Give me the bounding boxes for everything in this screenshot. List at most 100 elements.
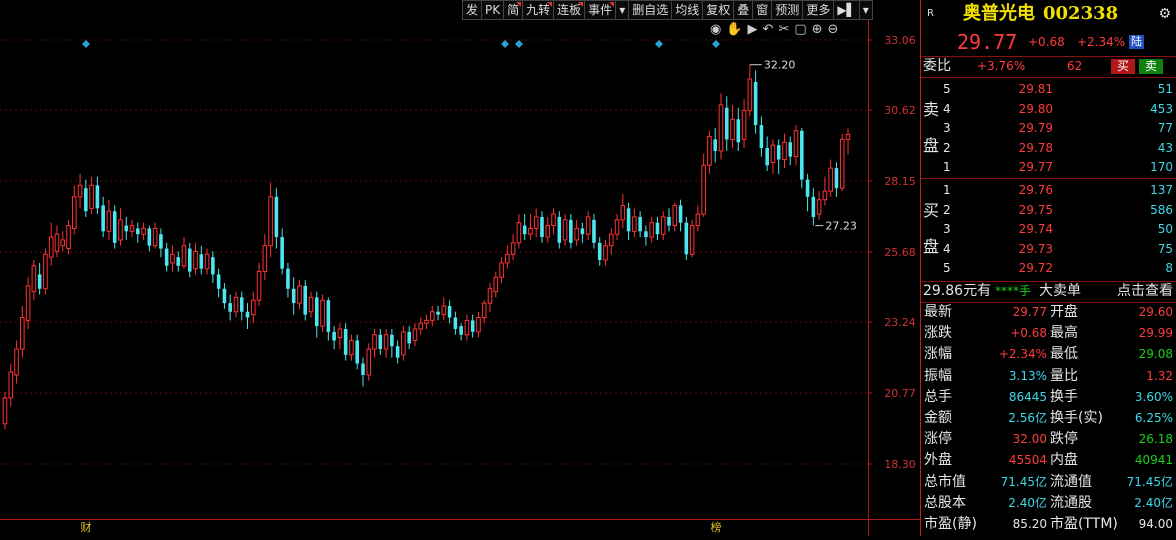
last-price: 29.77 [957, 30, 1018, 54]
candle-body-down [378, 334, 383, 350]
ask-row[interactable]: 3 29.79 77 [921, 119, 1176, 138]
candle-body-up [845, 134, 851, 140]
stat-row: 总市值 71.45亿 流通值 71.45亿 [921, 472, 1176, 493]
play-icon[interactable]: ▶ [748, 22, 758, 38]
toolbar-button-3[interactable]: 九转 [523, 0, 555, 20]
kline-chart[interactable]: 33.06 30.62 28.15 25.68 23.24 20.77 18.30 32.20… [0, 0, 920, 536]
candle-body-up [366, 348, 372, 376]
candle-body-up [118, 219, 123, 241]
y-tick-label: 30.62 [884, 104, 916, 117]
big-order-hands: ****手 [995, 284, 1032, 298]
y-tick-label: 28.15 [884, 175, 916, 188]
stat-row: 市盈(静) 85.20 市盈(TTM) 94.00 [921, 514, 1176, 535]
toolbar-button-8[interactable]: 均线 [672, 0, 704, 20]
zoom-in-icon[interactable]: ⊕ [812, 22, 823, 38]
big-order-link[interactable]: 点击查看 [1117, 281, 1173, 302]
event-diamond-icon [515, 40, 523, 48]
toolbar-button-9[interactable]: 复权 [703, 0, 735, 20]
candle-body-down [280, 237, 284, 269]
hand-icon[interactable]: ✋ [726, 22, 742, 38]
candle-body-up [718, 104, 724, 152]
candle-body-up [412, 328, 418, 341]
candle-body-down [286, 268, 290, 289]
candle-body-up [250, 299, 256, 316]
candle-body-up [487, 288, 493, 304]
undo-icon[interactable]: ↶ [763, 22, 774, 38]
candle-body-down [95, 185, 100, 209]
candle-body-down [84, 188, 88, 212]
candle-body-down [678, 205, 683, 223]
toolbar-button-6[interactable]: ▾ [616, 0, 630, 20]
candle-body-up [43, 253, 48, 290]
toolbar-button-15[interactable]: ▾ [859, 0, 873, 20]
toolbar-button-5[interactable]: 事件 [585, 0, 617, 20]
toolbar-button-2[interactable]: 简 [504, 0, 524, 20]
buy-button[interactable]: 买 [1111, 59, 1135, 74]
candle-body-down [811, 196, 816, 217]
bid-book: 买 盘 1 29.76 137 2 29.75 586 3 29.74 50 4 29.73 75 5 2… [921, 179, 1176, 279]
bid-row[interactable]: 2 29.75 586 [921, 201, 1176, 220]
bid-row[interactable]: 4 29.73 75 [921, 240, 1176, 259]
candle-body-down [343, 328, 348, 355]
stat-value: +0.68 [1010, 326, 1047, 341]
toolbar-button-4[interactable]: 连板 [554, 0, 586, 20]
book-level: 1 [943, 183, 951, 197]
scissors-icon[interactable]: ✂ [778, 22, 789, 38]
candle-body-down [315, 297, 319, 327]
candle-body-down [355, 340, 360, 364]
bid-row[interactable]: 5 29.72 8 [921, 259, 1176, 278]
ask-row[interactable]: 4 29.80 453 [921, 100, 1176, 119]
stat-label: 总市值 [924, 473, 966, 490]
toolbar-button-14[interactable]: ▶▌ [834, 0, 860, 20]
toolbar-button-12[interactable]: 预测 [772, 0, 804, 20]
stat-value: 6.25% [1134, 411, 1173, 425]
sell-button[interactable]: 卖 [1139, 59, 1163, 74]
lock-icon[interactable]: ▢ [794, 22, 806, 38]
candle-body-up [608, 233, 614, 247]
kline-chart-area[interactable]: 33.06 30.62 28.15 25.68 23.24 20.77 18.30 32.20… [0, 0, 920, 536]
toolbar-button-13[interactable]: 更多 [803, 0, 835, 20]
candle-body-up [401, 331, 406, 356]
candle-body-up [839, 138, 845, 189]
eye-icon[interactable]: ◉ [710, 22, 721, 38]
candle-body-up [481, 302, 487, 318]
stat-label: 最低 [1050, 346, 1078, 363]
book-level: 2 [943, 140, 951, 155]
settings-icon[interactable]: ⚙ [1158, 2, 1171, 26]
stat-value: 94.00 [1138, 517, 1173, 531]
stat-value: 45504 [1008, 453, 1047, 468]
candle-body-up [695, 213, 701, 227]
toolbar-button-10[interactable]: 叠 [734, 0, 754, 20]
stat-label: 外盘 [924, 452, 952, 469]
book-price: 29.73 [1018, 241, 1053, 256]
bid-row[interactable]: 3 29.74 50 [921, 220, 1176, 239]
weibi-value: +3.76% [977, 59, 1026, 73]
stat-value: 1.32 [1146, 368, 1173, 383]
candle-body-up [181, 245, 187, 267]
candle-body-up [106, 210, 112, 232]
book-price: 29.75 [1018, 202, 1053, 217]
candle-body-down [655, 222, 660, 235]
ask-row[interactable]: 1 29.77 170 [921, 158, 1176, 177]
stat-label: 涨停 [924, 431, 952, 448]
toolbar-button-1[interactable]: PK [482, 0, 505, 20]
quote-panel: R 奥普光电 002338 ⚙ 29.77 +0.68 +2.34% 陆 委比 … [920, 0, 1176, 536]
ask-row[interactable]: 2 29.78 43 [921, 139, 1176, 158]
book-price: 29.74 [1018, 222, 1053, 237]
toolbar-button-7[interactable]: 删自选 [629, 0, 673, 20]
ask-row[interactable]: 5 29.81 51 [921, 80, 1176, 99]
book-volume: 75 [1157, 241, 1173, 256]
stat-value: 26.18 [1138, 432, 1173, 447]
stat-row: 总股本 2.40亿 流通股 2.40亿 [921, 493, 1176, 514]
zoom-out-icon[interactable]: ⊖ [828, 22, 839, 38]
candle-body-up [129, 225, 135, 232]
candle-body-down [112, 211, 117, 243]
candle-body-down [753, 81, 758, 126]
candle-body-down [436, 311, 440, 315]
candle-body-up [193, 250, 198, 270]
toolbar-button-11[interactable]: 窗 [753, 0, 773, 20]
toolbar-button-0[interactable]: 发 [462, 0, 483, 20]
candle-body-up [505, 253, 510, 264]
bid-row[interactable]: 1 29.76 137 [921, 181, 1176, 200]
bottom-marker: 榜 [711, 520, 722, 534]
